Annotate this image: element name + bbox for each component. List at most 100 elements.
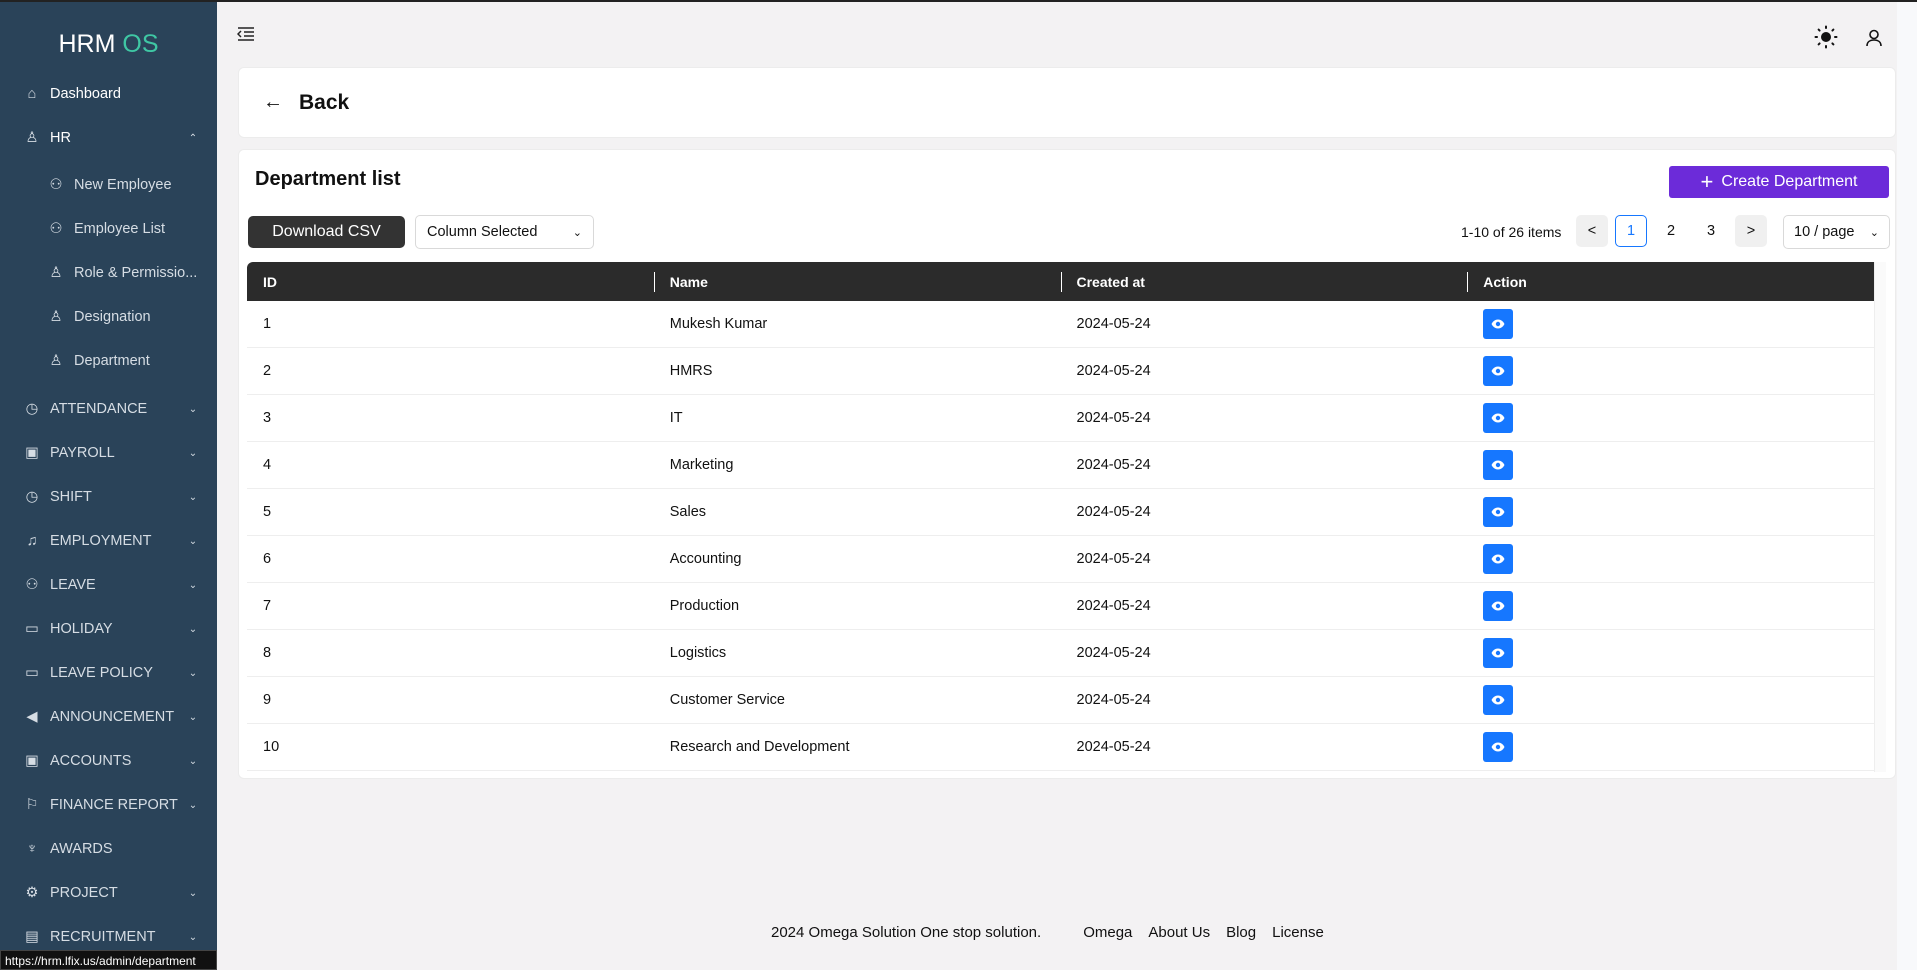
cell-created: 2024-05-24 [1076,363,1151,379]
cell-name: Customer Service [669,692,785,708]
chevron-down-icon[interactable]: ⌄ [187,800,199,811]
theme-toggle-icon[interactable] [1814,25,1838,49]
page-size-select[interactable]: 10 / page ⌄ [1783,215,1890,249]
sidebar-item-dashboard[interactable]: ⌂ Dashboard [24,79,199,109]
cell-created: 2024-05-24 [1076,598,1151,614]
view-button[interactable] [1483,638,1514,668]
view-button[interactable] [1483,356,1514,386]
column-select[interactable]: Column Selected ⌄ [415,215,594,249]
cell-id: 9 [263,692,272,708]
home-icon: ⌂ [27,86,37,102]
cell-action [1467,677,1874,723]
user-gear-icon: ♙ [49,353,63,369]
eye-icon [1491,413,1505,423]
view-button[interactable] [1483,591,1514,621]
footer-link-license[interactable]: License [1272,924,1324,941]
chevron-down-icon[interactable]: ⌄ [187,448,199,459]
view-button[interactable] [1483,403,1514,433]
sidebar-item-employee-list[interactable]: ⚇ Employee List [48,214,198,244]
column-select-value: Column Selected [427,224,538,240]
sidebar: HRM OS ⌂ Dashboard ♙ HR ⌃ ⚇ New Employee ⚇ Emplo… [0,2,217,970]
cell-id: 6 [263,551,272,567]
sidebar-item-finance-report[interactable]: ⚐ FINANCE REPORT ⌄ [24,790,199,820]
chevron-down-icon[interactable]: ⌄ [187,580,199,591]
sidebar-item-leave[interactable]: ⚇ LEAVE ⌄ [24,570,199,600]
pagination-prev[interactable]: < [1576,215,1608,247]
chevron-down-icon[interactable]: ⌄ [187,888,199,899]
sidebar-item-payroll[interactable]: ▣ PAYROLL ⌄ [24,438,199,468]
cell-name: Accounting [669,551,742,567]
cell-name: Sales [669,504,707,520]
sidebar-item-label: Designation [74,309,151,325]
view-button[interactable] [1483,732,1514,762]
footer-link-about-us[interactable]: About Us [1148,924,1210,941]
sidebar-item-label: Role & Permissio... [74,265,198,281]
sidebar-item-shift[interactable]: ◷ SHIFT ⌄ [24,482,199,512]
column-header-id[interactable]: ID [247,262,654,301]
column-header-name[interactable]: Name [653,262,1061,301]
chevron-down-icon[interactable]: ⌄ [187,404,199,415]
sidebar-item-designation[interactable]: ♙ Designation [48,302,198,332]
sidebar-item-awards[interactable]: ♆ AWARDS [24,834,199,864]
sidebar-item-holiday[interactable]: ▭ HOLIDAY ⌄ [24,614,199,644]
chevron-down-icon[interactable]: ⌄ [187,624,199,635]
cell-id: 5 [263,504,272,520]
footer-link-omega[interactable]: Omega [1083,924,1132,941]
download-csv-button[interactable]: Download CSV [248,216,405,248]
plus-icon: + [1700,169,1714,194]
column-header-created-at[interactable]: Created at [1060,262,1468,301]
sidebar-item-project[interactable]: ⚙ PROJECT ⌄ [24,878,199,908]
view-button[interactable] [1483,309,1514,339]
wallet-icon: ▣ [25,445,39,461]
sidebar-item-new-employee[interactable]: ⚇ New Employee [48,170,198,200]
sidebar-item-employment[interactable]: ♫ EMPLOYMENT ⌄ [24,526,199,556]
pagination-page-3[interactable]: 3 [1695,215,1727,247]
user-gear-icon: ♙ [49,309,63,325]
sidebar-item-hr[interactable]: ♙ HR ⌃ [24,123,199,153]
pagination-page-2[interactable]: 2 [1655,215,1687,247]
cell-action [1467,583,1874,629]
chevron-down-icon[interactable]: ⌄ [187,756,199,767]
megaphone-icon: ◀ [26,709,38,725]
cell-action [1467,489,1874,535]
chevron-up-icon[interactable]: ⌃ [187,133,199,144]
sidebar-item-accounts[interactable]: ▣ ACCOUNTS ⌄ [24,746,199,776]
sidebar-item-announcement[interactable]: ◀ ANNOUNCEMENT ⌄ [24,702,199,732]
pagination-next[interactable]: > [1735,215,1767,247]
create-department-button[interactable]: + Create Department [1669,166,1889,198]
create-department-label: Create Department [1721,173,1858,190]
sidebar-item-label: AWARDS [50,841,113,857]
footer-link-blog[interactable]: Blog [1226,924,1256,941]
logo[interactable]: HRM OS [0,30,217,59]
sidebar-item-attendance[interactable]: ◷ ATTENDANCE ⌄ [24,394,199,424]
cell-name: Production [669,598,740,614]
cell-name: IT [669,410,683,426]
menu-collapse-icon[interactable] [237,26,255,42]
sidebar-item-label: RECRUITMENT [50,929,156,945]
chevron-down-icon[interactable]: ⌄ [187,712,199,723]
chevron-down-icon[interactable]: ⌄ [187,668,199,679]
sidebar-item-leave-policy[interactable]: ▭ LEAVE POLICY ⌄ [24,658,199,688]
sidebar-item-role-permissio[interactable]: ♙ Role & Permissio... [48,258,198,288]
back-button[interactable]: Back [299,91,349,115]
view-button[interactable] [1483,497,1514,527]
chevron-down-icon: ⌄ [572,226,582,239]
sidebar-item-department[interactable]: ♙ Department [48,346,198,376]
view-button[interactable] [1483,544,1514,574]
logo-main: HRM [58,30,116,58]
clock-icon: ◷ [25,401,39,417]
pagination-page-1[interactable]: 1 [1615,215,1647,247]
chevron-down-icon[interactable]: ⌄ [187,492,199,503]
cell-name: Logistics [669,645,727,661]
table-scrollbar[interactable] [1874,262,1886,772]
chevron-down-icon[interactable]: ⌄ [187,932,199,943]
cell-action [1467,348,1874,394]
eye-icon [1491,460,1505,470]
sidebar-item-recruitment[interactable]: ▤ RECRUITMENT ⌄ [24,922,199,952]
user-profile-icon[interactable] [1864,28,1884,48]
arrow-left-icon[interactable]: ← [263,91,283,114]
chevron-down-icon[interactable]: ⌄ [187,536,199,547]
cell-created: 2024-05-24 [1076,457,1151,473]
view-button[interactable] [1483,450,1514,480]
view-button[interactable] [1483,685,1514,715]
